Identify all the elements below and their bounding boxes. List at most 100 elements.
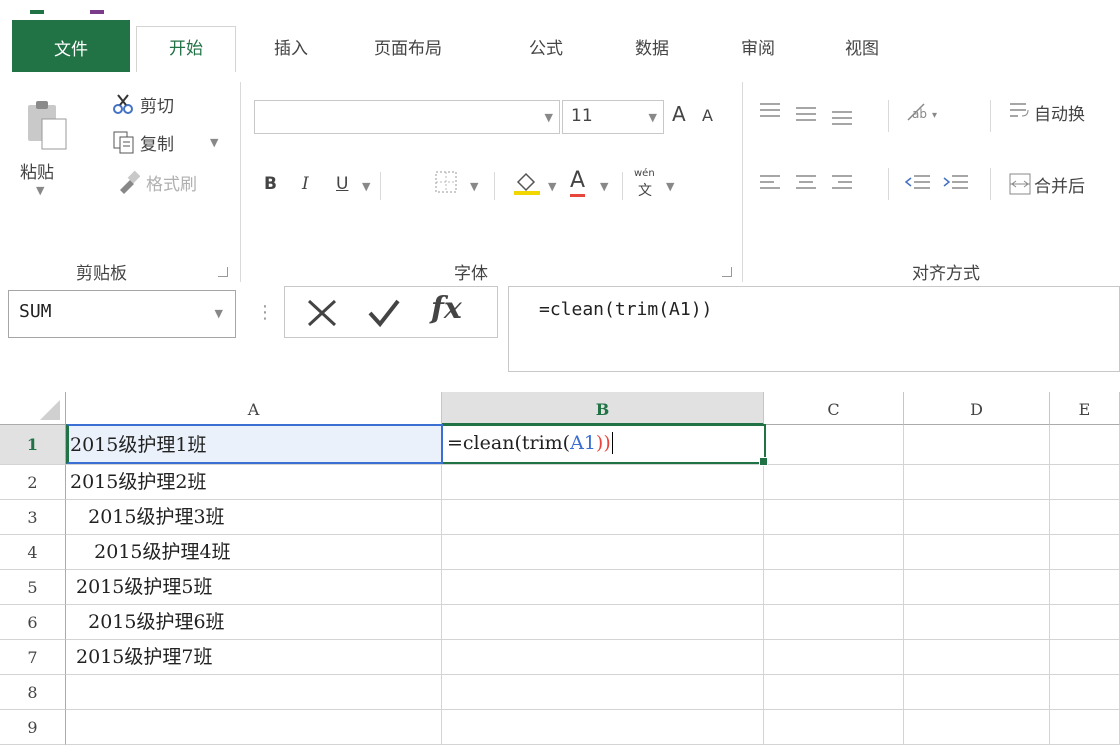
grid-cell[interactable]: 2015级护理7班 [66,640,442,675]
grid-cell[interactable] [442,640,764,675]
paste-button[interactable] [22,97,72,153]
row-header[interactable]: 3 [0,500,66,535]
align-middle-icon[interactable] [794,104,818,128]
grid-cell[interactable] [904,640,1050,675]
row-header[interactable]: 5 [0,570,66,605]
grid-cell[interactable] [904,465,1050,500]
tab-review[interactable]: 审阅 [726,27,790,71]
orientation-icon[interactable]: ab ▾ [904,100,944,128]
enter-check-icon[interactable] [367,297,401,333]
grid-cell[interactable]: 2015级护理2班 [66,465,442,500]
fill-handle[interactable] [759,457,768,466]
name-box[interactable]: SUM ▼ [8,290,236,338]
phonetic-button[interactable]: wén 文 ▼ [634,168,694,202]
borders-dropdown-caret[interactable]: ▼ [470,180,478,193]
column-header-d[interactable]: D [904,392,1050,425]
tab-file[interactable]: 文件 [12,20,130,72]
grid-cell[interactable] [442,465,764,500]
column-header-b[interactable]: B [442,392,764,425]
paste-dropdown-caret[interactable]: ▼ [36,184,44,197]
fill-color-icon[interactable] [512,168,542,200]
grid-cell[interactable] [764,535,904,570]
insert-function-button[interactable]: fx [431,291,462,326]
grid-cell[interactable] [904,675,1050,710]
grid-cell[interactable] [764,605,904,640]
grid-cell[interactable] [764,425,904,465]
wrap-text-button[interactable]: 自动换 [1034,100,1085,125]
grid-cell[interactable] [1050,675,1120,710]
name-box-dropdown-caret[interactable]: ▼ [215,307,223,320]
grid-cell[interactable] [764,500,904,535]
font-color-button[interactable]: A [570,168,586,197]
cut-button[interactable]: 剪切 [140,92,174,117]
grid-cell[interactable] [66,675,442,710]
grid-cell[interactable] [442,570,764,605]
row-header[interactable]: 8 [0,675,66,710]
merge-center-button[interactable]: 合并后 [1034,172,1085,197]
font-size-dropdown[interactable]: 11 ▼ [562,100,664,134]
underline-dropdown-caret[interactable]: ▼ [362,180,370,193]
tab-home[interactable]: 开始 [136,26,236,74]
row-header[interactable]: 4 [0,535,66,570]
grow-font-button[interactable]: A [672,102,686,126]
select-all-corner[interactable] [0,392,66,425]
grid-cell[interactable] [1050,535,1120,570]
grid-cell[interactable] [442,535,764,570]
fill-color-dropdown-caret[interactable]: ▼ [548,180,556,193]
grid-cell[interactable] [1050,465,1120,500]
align-right-icon[interactable] [830,172,854,196]
grid-cell[interactable]: 2015级护理6班 [66,605,442,640]
tab-insert[interactable]: 插入 [256,27,326,71]
grid-cell[interactable] [1050,710,1120,745]
grid-cell[interactable] [764,640,904,675]
grid-cell[interactable] [66,710,442,745]
format-painter-button[interactable]: 格式刷 [146,170,197,195]
grid-cell[interactable] [1050,500,1120,535]
font-color-dropdown-caret[interactable]: ▼ [600,180,608,193]
grid-cell[interactable] [904,570,1050,605]
active-cell-b1[interactable]: =clean(trim(A1)) [441,424,768,466]
row-header[interactable]: 9 [0,710,66,745]
align-top-icon[interactable] [758,100,782,124]
grid-cell[interactable] [764,710,904,745]
grid-cell[interactable]: 2015级护理4班 [66,535,442,570]
row-header[interactable]: 7 [0,640,66,675]
column-header-c[interactable]: C [764,392,904,425]
increase-indent-icon[interactable] [942,172,970,196]
copy-dropdown-caret[interactable]: ▼ [210,136,218,149]
bold-button[interactable]: B [264,174,277,194]
shrink-font-button[interactable]: A [702,106,713,125]
align-center-icon[interactable] [794,172,818,196]
clipboard-dialog-launcher[interactable] [218,267,228,277]
column-header-a[interactable]: A [66,392,442,425]
align-left-icon[interactable] [758,172,782,196]
row-header[interactable]: 6 [0,605,66,640]
decrease-indent-icon[interactable] [904,172,932,196]
cancel-icon[interactable] [305,297,339,333]
formula-input[interactable]: =clean(trim(A1)) [508,286,1120,372]
grid-cell[interactable] [904,535,1050,570]
grid-cell[interactable] [442,675,764,710]
grid-cell[interactable]: 2015级护理5班 [66,570,442,605]
align-bottom-icon[interactable] [830,108,854,132]
column-header-e[interactable]: E [1050,392,1120,425]
row-header[interactable]: 2 [0,465,66,500]
tab-view[interactable]: 视图 [830,27,894,71]
tab-formulas[interactable]: 公式 [514,27,578,71]
grid-cell[interactable] [904,425,1050,465]
grid-cell[interactable] [442,605,764,640]
grid-cell[interactable]: 2015级护理1班 [66,425,442,465]
grid-cell[interactable] [904,500,1050,535]
italic-button[interactable]: I [302,174,309,194]
grid-cell[interactable] [1050,605,1120,640]
grid-cell[interactable] [442,500,764,535]
grid-cell[interactable] [442,710,764,745]
row-header[interactable]: 1 [0,425,66,465]
grid-cell[interactable] [904,710,1050,745]
grid-cell[interactable] [764,675,904,710]
copy-button[interactable]: 复制 [140,130,174,155]
borders-icon[interactable] [434,170,458,198]
grid-cell[interactable]: 2015级护理3班 [66,500,442,535]
tab-page-layout[interactable]: 页面布局 [356,27,460,71]
grid-cell[interactable] [904,605,1050,640]
